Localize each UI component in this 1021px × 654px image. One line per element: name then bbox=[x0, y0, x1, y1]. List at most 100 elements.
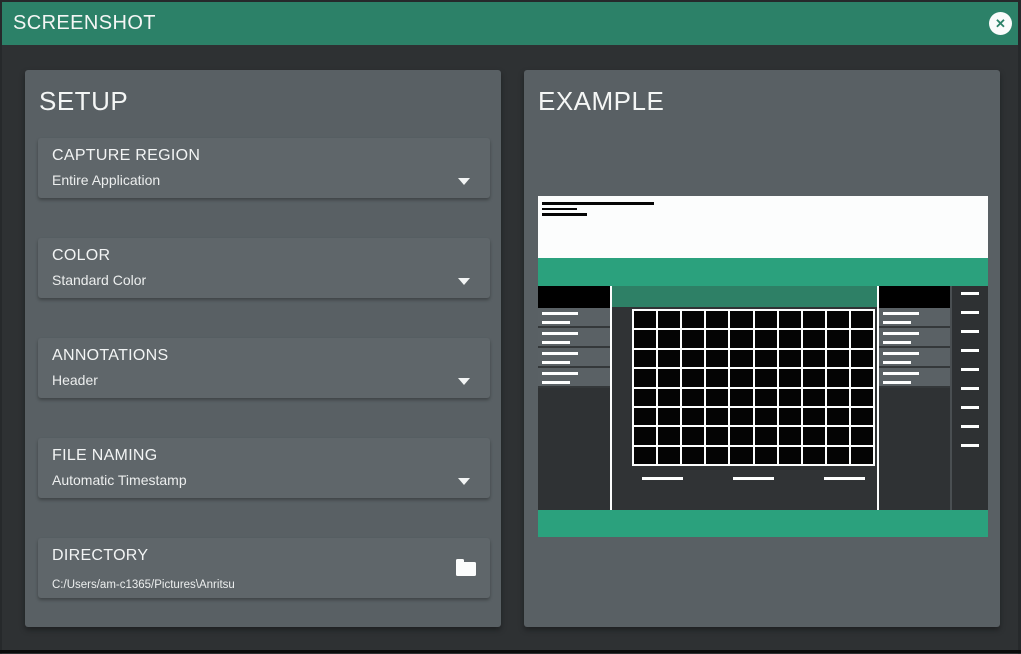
preview-grid-cell bbox=[851, 369, 873, 386]
example-preview bbox=[538, 196, 988, 537]
preview-grid-cell bbox=[851, 447, 873, 464]
preview-grid-cell bbox=[634, 408, 656, 425]
preview-right-menu bbox=[879, 308, 950, 388]
preview-grid-cell bbox=[827, 447, 849, 464]
preview-scale-tick bbox=[961, 292, 979, 295]
preview-grid-cell bbox=[658, 389, 680, 406]
preview-menu-line bbox=[542, 332, 578, 335]
preview-menu-line bbox=[542, 321, 570, 324]
preview-grid-cell bbox=[634, 427, 656, 444]
preview-grid-cell bbox=[682, 369, 704, 386]
preview-menu-line bbox=[883, 332, 919, 335]
preview-grid-cell bbox=[827, 389, 849, 406]
preview-grid-cell bbox=[851, 389, 873, 406]
preview-grid-cell bbox=[779, 389, 801, 406]
preview-grid-cell bbox=[634, 389, 656, 406]
preview-scale-tick bbox=[961, 406, 979, 409]
annotations-value: Header bbox=[52, 372, 98, 388]
preview-grid-cell bbox=[682, 330, 704, 347]
preview-grid-cell bbox=[779, 447, 801, 464]
preview-grid-cell bbox=[851, 330, 873, 347]
directory-label: DIRECTORY bbox=[52, 547, 148, 565]
preview-axis-tick bbox=[642, 477, 683, 480]
capture-region-value: Entire Application bbox=[52, 172, 160, 188]
capture-region-dropdown[interactable]: CAPTURE REGION Entire Application bbox=[38, 138, 490, 198]
preview-secondary-teal-bar bbox=[612, 286, 877, 307]
chevron-down-icon bbox=[458, 378, 470, 385]
preview-bottom-teal-bar bbox=[538, 510, 988, 537]
preview-grid-cell bbox=[658, 447, 680, 464]
preview-grid-cell bbox=[658, 311, 680, 328]
preview-grid-cell bbox=[803, 330, 825, 347]
preview-scale-tick bbox=[961, 387, 979, 390]
preview-grid-cell bbox=[706, 427, 728, 444]
preview-grid-cell bbox=[706, 447, 728, 464]
directory-path: C:/Users/am-c1365/Pictures\Anritsu bbox=[52, 579, 235, 591]
preview-grid-cell bbox=[851, 427, 873, 444]
preview-grid-cell bbox=[827, 369, 849, 386]
preview-menu-line bbox=[883, 361, 911, 364]
preview-grid-cell bbox=[755, 427, 777, 444]
preview-grid-cell bbox=[755, 369, 777, 386]
preview-scale-tick bbox=[961, 444, 979, 447]
capture-region-label: CAPTURE REGION bbox=[52, 147, 200, 165]
preview-sidebar-title-block bbox=[538, 286, 610, 308]
preview-grid-cell bbox=[779, 408, 801, 425]
color-value: Standard Color bbox=[52, 272, 146, 288]
preview-menu-line bbox=[883, 381, 911, 384]
preview-grid-cell bbox=[755, 447, 777, 464]
preview-grid-cell bbox=[779, 330, 801, 347]
preview-body bbox=[538, 286, 988, 510]
preview-plot-region bbox=[612, 286, 877, 510]
preview-grid-cell bbox=[730, 447, 752, 464]
preview-grid-cell bbox=[658, 330, 680, 347]
window-frame-bottom bbox=[0, 650, 1021, 653]
preview-grid-cell bbox=[755, 330, 777, 347]
file-naming-value: Automatic Timestamp bbox=[52, 472, 187, 488]
color-label: COLOR bbox=[52, 247, 110, 265]
preview-left-sidebar bbox=[538, 286, 610, 510]
preview-grid-cell bbox=[706, 369, 728, 386]
preview-grid-cell bbox=[706, 311, 728, 328]
preview-menu-line bbox=[883, 352, 919, 355]
preview-menu-row bbox=[879, 348, 950, 368]
preview-menu-row bbox=[538, 308, 610, 328]
close-button[interactable]: ✕ bbox=[989, 12, 1012, 35]
color-dropdown[interactable]: COLOR Standard Color bbox=[38, 238, 490, 298]
preview-menu-line bbox=[883, 312, 919, 315]
preview-grid-cell bbox=[803, 369, 825, 386]
preview-grid-cell bbox=[730, 350, 752, 367]
preview-scale-tick bbox=[961, 425, 979, 428]
preview-axis-tick bbox=[824, 477, 865, 480]
preview-grid-cell bbox=[730, 330, 752, 347]
preview-grid-cell bbox=[827, 350, 849, 367]
chevron-down-icon bbox=[458, 278, 470, 285]
preview-grid-cell bbox=[827, 311, 849, 328]
preview-menu-line bbox=[542, 352, 578, 355]
preview-grid-cell bbox=[730, 427, 752, 444]
file-naming-dropdown[interactable]: FILE NAMING Automatic Timestamp bbox=[38, 438, 490, 498]
preview-grid bbox=[632, 309, 875, 466]
preview-right-sidebar bbox=[879, 286, 950, 510]
preview-grid-cell bbox=[755, 408, 777, 425]
preview-grid-cell bbox=[851, 311, 873, 328]
preview-menu-row bbox=[879, 368, 950, 388]
folder-icon[interactable] bbox=[456, 562, 476, 576]
preview-scale-column bbox=[952, 286, 988, 510]
directory-field[interactable]: DIRECTORY C:/Users/am-c1365/Pictures\Anr… bbox=[38, 538, 490, 598]
preview-grid-cell bbox=[730, 408, 752, 425]
preview-grid-cell bbox=[779, 311, 801, 328]
annotations-dropdown[interactable]: ANNOTATIONS Header bbox=[38, 338, 490, 398]
preview-grid-cell bbox=[682, 447, 704, 464]
preview-menu-line bbox=[542, 372, 578, 375]
preview-scale-tick bbox=[961, 311, 979, 314]
close-icon: ✕ bbox=[995, 17, 1006, 30]
preview-grid-cell bbox=[730, 369, 752, 386]
preview-grid-cell bbox=[658, 408, 680, 425]
chevron-down-icon bbox=[458, 178, 470, 185]
preview-grid-cell bbox=[755, 350, 777, 367]
preview-grid-cell bbox=[730, 389, 752, 406]
setup-panel: SETUP CAPTURE REGION Entire Application … bbox=[25, 70, 501, 627]
preview-grid-cell bbox=[827, 427, 849, 444]
preview-grid-cell bbox=[682, 408, 704, 425]
